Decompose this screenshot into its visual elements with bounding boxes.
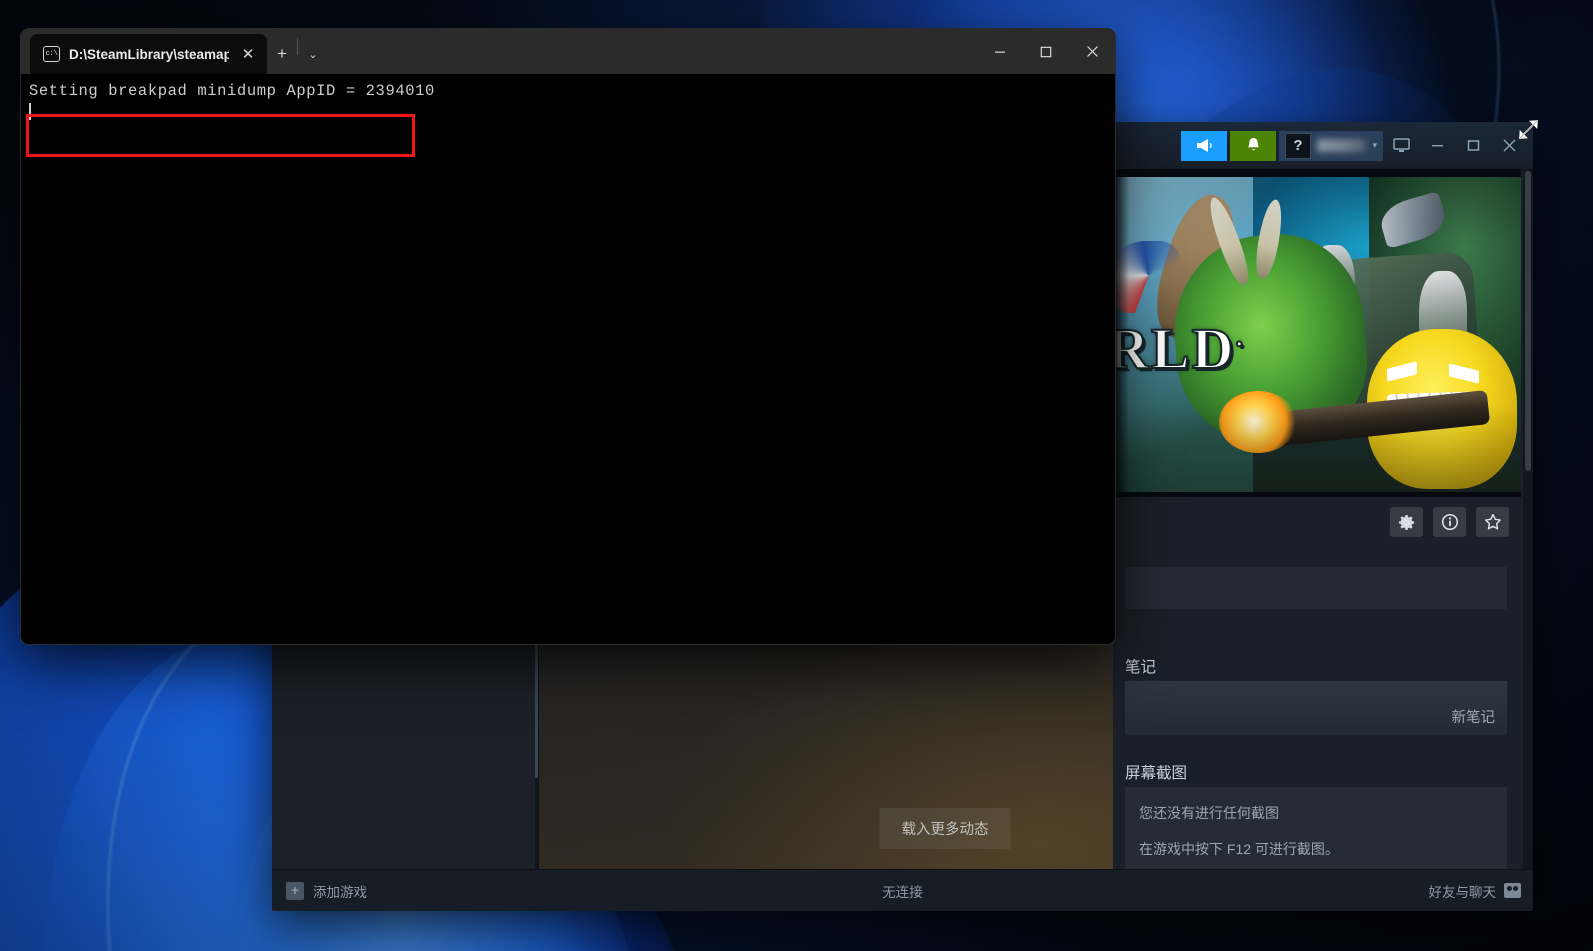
gear-icon [1398, 514, 1415, 531]
steam-minimize-button[interactable] [1419, 129, 1455, 163]
screenshots-heading: 屏幕截图 [1125, 761, 1507, 783]
add-game-button[interactable]: + 添加游戏 [286, 881, 367, 901]
megaphone-icon [1195, 138, 1214, 153]
friends-icon [1504, 883, 1521, 898]
new-note-button[interactable]: 新笔记 [1452, 706, 1496, 727]
terminal-titlebar[interactable]: c:\ D:\SteamLibrary\steamapps\c ✕ + ⌄ [21, 29, 1115, 74]
minimize-icon [1431, 139, 1444, 152]
plus-icon: + [286, 882, 304, 900]
chevron-down-icon[interactable]: ⌄ [298, 34, 328, 74]
chevron-down-icon: ▾ [1372, 140, 1377, 151]
hero-fade-overlay [1113, 177, 1521, 492]
screenshots-hint-text: 在游戏中按下 F12 可进行截图。 [1139, 839, 1493, 859]
detail-info-bar [1125, 567, 1507, 609]
terminal-prompt-line [29, 102, 1107, 124]
detail-scrollbar[interactable] [1523, 169, 1533, 869]
notes-box[interactable]: 新笔记 [1125, 681, 1507, 735]
tab-close-icon[interactable]: ✕ [238, 45, 258, 63]
detail-scrollbar-thumb[interactable] [1525, 171, 1531, 471]
account-name-redacted [1317, 139, 1366, 152]
terminal-caret [29, 103, 31, 120]
minimize-icon [994, 46, 1006, 58]
terminal-maximize-button[interactable] [1023, 29, 1069, 74]
remote-play-button[interactable] [1383, 129, 1419, 163]
load-more-button[interactable]: 载入更多动态 [880, 808, 1011, 849]
game-favorite-button[interactable] [1476, 507, 1509, 537]
account-menu-button[interactable]: ? ▾ [1279, 131, 1383, 161]
game-info-button[interactable] [1433, 507, 1466, 537]
monitor-icon [1393, 138, 1410, 153]
terminal-window[interactable]: c:\ D:\SteamLibrary\steamapps\c ✕ + ⌄ [20, 28, 1116, 645]
notes-heading: 笔记 [1125, 655, 1507, 677]
terminal-tab-title: D:\SteamLibrary\steamapps\c [69, 47, 229, 62]
broadcast-button[interactable] [1181, 131, 1227, 161]
account-avatar: ? [1285, 133, 1311, 159]
close-icon [1086, 45, 1099, 58]
game-hero-art: RLD. [1113, 169, 1521, 497]
terminal-close-button[interactable] [1069, 29, 1115, 74]
game-action-buttons [1390, 507, 1509, 537]
info-icon [1441, 513, 1459, 531]
steam-close-button[interactable] [1491, 129, 1527, 163]
game-detail-panel: RLD. [1113, 169, 1533, 869]
notifications-button[interactable] [1230, 131, 1276, 161]
bell-icon [1246, 137, 1261, 154]
maximize-icon [1467, 139, 1480, 152]
connection-status: 无连接 [882, 881, 923, 901]
cmd-icon: c:\ [43, 46, 60, 62]
terminal-window-controls [977, 29, 1115, 74]
maximize-icon [1040, 46, 1052, 58]
screenshots-empty-text: 您还没有进行任何截图 [1139, 803, 1493, 823]
screenshots-box: 您还没有进行任何截图 在游戏中按下 F12 可进行截图。 [1125, 787, 1507, 869]
star-icon [1484, 513, 1502, 531]
close-icon [1502, 138, 1517, 153]
terminal-minimize-button[interactable] [977, 29, 1023, 74]
new-tab-button[interactable]: + [267, 34, 297, 74]
friends-and-chat-button[interactable]: 好友与聊天 [1429, 881, 1522, 901]
terminal-output-line: Setting breakpad minidump AppID = 239401… [29, 80, 1107, 102]
terminal-tab[interactable]: c:\ D:\SteamLibrary\steamapps\c ✕ [30, 34, 267, 74]
friends-label: 好友与聊天 [1429, 881, 1497, 901]
terminal-output[interactable]: Setting breakpad minidump AppID = 239401… [21, 74, 1115, 644]
add-game-label: 添加游戏 [313, 881, 367, 901]
steam-statusbar: + 添加游戏 无连接 好友与聊天 [272, 869, 1533, 911]
game-settings-button[interactable] [1390, 507, 1423, 537]
steam-maximize-button[interactable] [1455, 129, 1491, 163]
